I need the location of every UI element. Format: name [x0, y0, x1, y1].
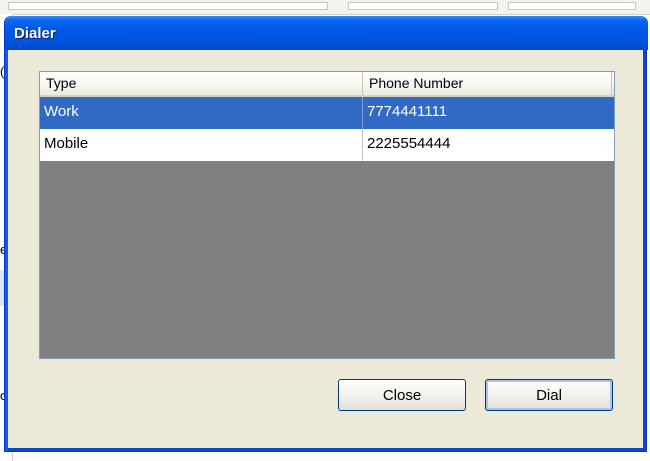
- cell-type: Work: [40, 97, 363, 129]
- background-app-toolbar: [0, 0, 650, 15]
- table-row[interactable]: Work 7774441111: [40, 97, 614, 129]
- list-header: Type Phone Number: [40, 72, 614, 97]
- table-row[interactable]: Mobile 2225554444: [40, 129, 614, 161]
- column-header-phone-number[interactable]: Phone Number: [363, 72, 612, 95]
- window-title: Dialer: [14, 25, 56, 42]
- close-button[interactable]: Close: [338, 379, 466, 411]
- background-field: [508, 2, 636, 10]
- cell-phone-number: 7774441111: [367, 103, 448, 120]
- phone-list[interactable]: Type Phone Number Work 7774441111 Mobile…: [39, 71, 615, 359]
- dialer-window: Dialer Type Phone Number Work 7774441111…: [4, 16, 648, 452]
- background-field: [348, 2, 498, 10]
- background-field: [8, 2, 328, 10]
- cell-type: Mobile: [40, 129, 363, 161]
- dial-button[interactable]: Dial: [485, 379, 613, 411]
- cell-phone-number: 2225554444: [367, 135, 451, 152]
- column-header-type[interactable]: Type: [40, 72, 363, 95]
- title-bar[interactable]: Dialer: [5, 16, 648, 50]
